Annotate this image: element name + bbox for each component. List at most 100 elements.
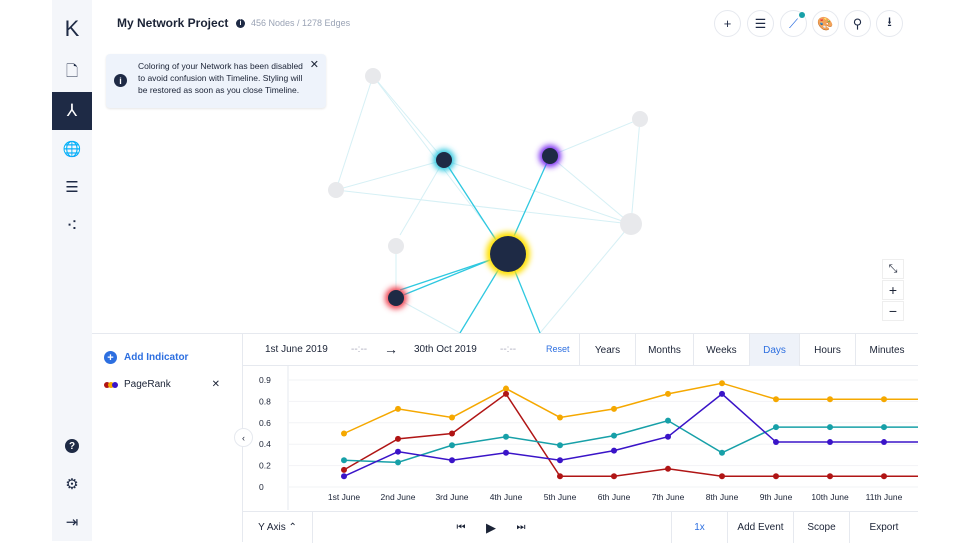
collapse-panel-button[interactable]: ‹: [234, 428, 253, 447]
end-time[interactable]: --:--: [500, 344, 516, 355]
download-icon[interactable]: ⭳: [876, 10, 903, 37]
data-point[interactable]: [881, 396, 887, 403]
data-point[interactable]: [665, 390, 671, 397]
speed-button[interactable]: 1x: [671, 512, 727, 543]
data-point[interactable]: [719, 380, 725, 387]
export-button[interactable]: Export: [849, 512, 918, 543]
data-point[interactable]: [881, 473, 887, 480]
data-point[interactable]: [827, 473, 833, 480]
data-point[interactable]: [449, 457, 455, 464]
close-icon[interactable]: ✕: [310, 58, 319, 71]
data-point[interactable]: [773, 439, 779, 446]
x-tick-label: 5th June: [544, 492, 577, 502]
data-point[interactable]: [719, 473, 725, 480]
faint-edges: [335, 75, 641, 333]
data-point[interactable]: [719, 449, 725, 456]
search-icon[interactable]: ⚲: [844, 10, 871, 37]
remove-indicator-icon[interactable]: ✕: [212, 379, 220, 390]
data-point[interactable]: [341, 430, 347, 437]
graph-node[interactable]: [365, 68, 381, 84]
graph-node[interactable]: [620, 213, 642, 235]
palette-icon[interactable]: 🎨: [812, 10, 839, 37]
data-point[interactable]: [611, 473, 617, 480]
data-point[interactable]: [449, 430, 455, 437]
data-point[interactable]: [341, 473, 347, 480]
indicator-item[interactable]: PageRank ✕: [104, 379, 220, 390]
logout-icon[interactable]: ⇥: [52, 503, 92, 541]
data-point[interactable]: [557, 414, 563, 421]
data-point[interactable]: [773, 424, 779, 431]
data-point[interactable]: [773, 396, 779, 403]
granularity-weeks[interactable]: Weeks: [693, 334, 749, 366]
data-point[interactable]: [611, 405, 617, 412]
data-point[interactable]: [503, 385, 509, 392]
data-point[interactable]: [395, 459, 401, 466]
data-point[interactable]: [827, 396, 833, 403]
granularity-years[interactable]: Years: [579, 334, 635, 366]
data-point[interactable]: [341, 466, 347, 473]
reset-button[interactable]: Reset: [546, 344, 570, 354]
add-icon[interactable]: +: [714, 10, 741, 37]
data-point[interactable]: [881, 424, 887, 431]
settings-icon[interactable]: ⚙: [52, 465, 92, 503]
fast-forward-icon[interactable]: ⏭: [513, 512, 529, 543]
data-point[interactable]: [557, 457, 563, 464]
granularity-days[interactable]: Days: [749, 334, 799, 366]
start-time[interactable]: --:--: [351, 344, 367, 355]
scope-button[interactable]: Scope: [793, 512, 849, 543]
graph-node[interactable]: [542, 148, 558, 164]
list-icon[interactable]: ☰: [52, 168, 92, 206]
timeline-icon[interactable]: ⟋: [780, 10, 807, 37]
logo-k-icon[interactable]: K: [52, 10, 92, 48]
help-icon[interactable]: ?: [52, 427, 92, 465]
data-point[interactable]: [395, 435, 401, 442]
add-event-button[interactable]: Add Event: [727, 512, 793, 543]
granularity-hours[interactable]: Hours: [799, 334, 855, 366]
graph-node[interactable]: [388, 238, 404, 254]
y-axis-dropdown[interactable]: Y Axis ⌃: [243, 512, 313, 543]
play-icon[interactable]: ▶: [483, 512, 499, 543]
data-point[interactable]: [341, 457, 347, 464]
zoom-out-button[interactable]: −: [882, 301, 904, 321]
add-indicator-label: Add Indicator: [124, 352, 189, 363]
graph-node-selected[interactable]: [490, 236, 526, 272]
start-date[interactable]: 1st June 2019: [265, 344, 328, 355]
data-point[interactable]: [449, 442, 455, 449]
data-point[interactable]: [503, 433, 509, 440]
granularity-minutes[interactable]: Minutes: [855, 334, 918, 366]
data-point[interactable]: [665, 433, 671, 440]
data-point[interactable]: [611, 447, 617, 454]
data-point[interactable]: [665, 465, 671, 472]
graph-node[interactable]: [436, 152, 452, 168]
data-point[interactable]: [611, 432, 617, 439]
data-point[interactable]: [665, 417, 671, 424]
fit-icon[interactable]: ⤡: [882, 259, 904, 279]
globe-icon[interactable]: 🌐: [52, 130, 92, 168]
data-point[interactable]: [395, 405, 401, 412]
graph-node[interactable]: [328, 182, 344, 198]
data-point[interactable]: [395, 448, 401, 455]
end-date[interactable]: 30th Oct 2019: [414, 344, 477, 355]
granularity-months[interactable]: Months: [635, 334, 693, 366]
rewind-icon[interactable]: ⏮: [453, 512, 469, 543]
data-point[interactable]: [881, 439, 887, 446]
data-point[interactable]: [503, 390, 509, 397]
network-icon[interactable]: ⅄: [52, 92, 92, 130]
data-point[interactable]: [449, 414, 455, 421]
data-point[interactable]: [557, 473, 563, 480]
filter-icon[interactable]: ☰: [747, 10, 774, 37]
zoom-in-button[interactable]: +: [882, 280, 904, 300]
data-point[interactable]: [773, 473, 779, 480]
graph-node[interactable]: [388, 290, 404, 306]
cluster-icon[interactable]: ⁖: [52, 206, 92, 244]
data-point[interactable]: [827, 424, 833, 431]
graph-node[interactable]: [632, 111, 648, 127]
data-point[interactable]: [503, 449, 509, 456]
data-point[interactable]: [557, 442, 563, 449]
add-indicator-button[interactable]: + Add Indicator: [104, 351, 188, 364]
page-title: My Network Project: [117, 16, 229, 30]
data-point[interactable]: [719, 390, 725, 397]
data-point[interactable]: [827, 439, 833, 446]
help-glyph: ?: [65, 439, 79, 453]
document-icon[interactable]: 🗋: [52, 54, 92, 92]
